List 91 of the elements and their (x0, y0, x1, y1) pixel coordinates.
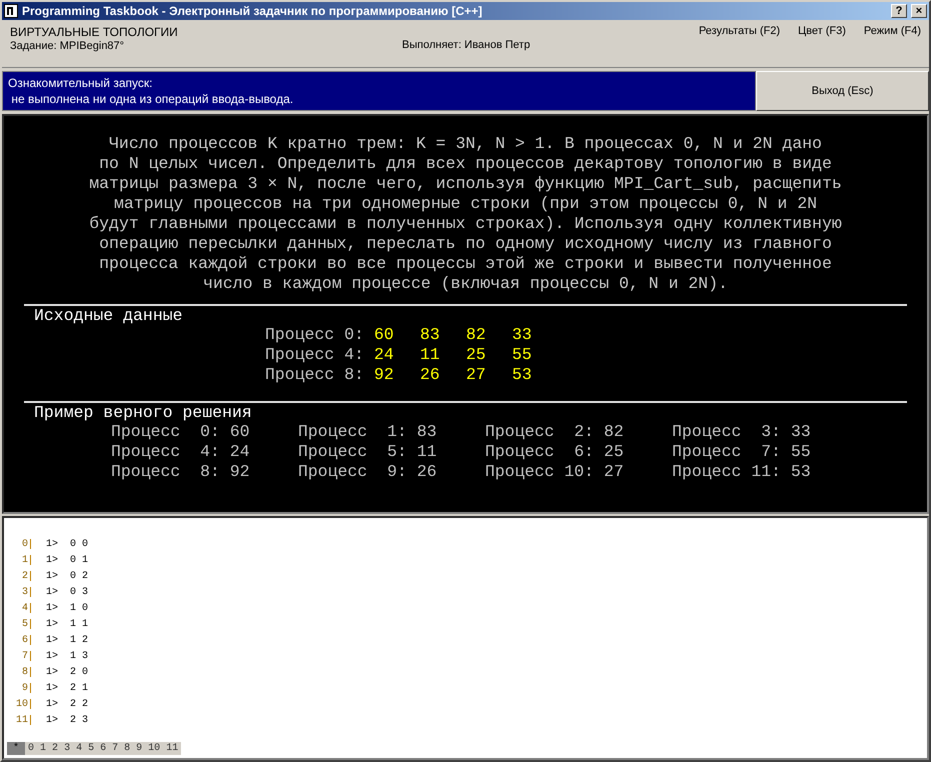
result-value: Процесс 1: 83 (298, 422, 438, 442)
result-value: Процесс 7: 55 (672, 442, 812, 462)
menu-item[interactable]: Результаты (F2) (698, 25, 780, 67)
process-tab[interactable]: * (7, 742, 26, 755)
result-value: Процесс 2: 82 (485, 422, 625, 442)
output-prefix: 1> (46, 682, 60, 694)
input-value: 24 (374, 345, 395, 365)
input-value: 83 (420, 325, 441, 345)
output-prefix: 1> (46, 634, 60, 646)
process-number: 9 (20, 682, 28, 694)
process-tab[interactable]: 5 (85, 742, 98, 755)
output-prefix: 1> (46, 618, 60, 630)
title-bar-button[interactable]: × (911, 4, 927, 18)
result-value: Процесс 6: 25 (485, 442, 625, 462)
exit-button[interactable]: Выход (Esc) (756, 71, 929, 111)
process-number: 6 (20, 634, 28, 646)
process-tab[interactable]: 2 (49, 742, 62, 755)
output-prefix: 1> (46, 650, 60, 662)
result-value: Процесс 11: 53 (672, 462, 812, 482)
output-text: 2 2 (70, 698, 88, 710)
output-text: 2 0 (70, 666, 88, 678)
output-text: 0 3 (70, 586, 88, 598)
process-tab[interactable]: 10 (145, 742, 164, 755)
output-text: 2 1 (70, 682, 88, 694)
output-prefix: 1> (46, 666, 60, 678)
result-value: Процесс 9: 26 (298, 462, 438, 482)
input-value: 82 (466, 325, 487, 345)
result-value: Процесс 10: 27 (485, 462, 625, 482)
process-tab[interactable]: 6 (97, 742, 110, 755)
output-text: 2 3 (70, 714, 88, 726)
input-value: 27 (466, 365, 487, 385)
process-number: 1 (20, 554, 28, 566)
output-prefix: 1> (46, 586, 60, 598)
result-value: Процесс 4: 24 (111, 442, 251, 462)
process-tab[interactable]: 9 (133, 742, 146, 755)
process-number: 4 (20, 602, 28, 614)
task-name: Задание: MPIBegin87° (10, 40, 126, 52)
section-title: Исходные данные (33, 306, 184, 325)
process-tab[interactable]: 3 (61, 742, 74, 755)
input-value: 55 (512, 345, 533, 365)
input-value: 25 (466, 345, 487, 365)
process-tab[interactable]: 4 (73, 742, 86, 755)
input-value: 92 (374, 365, 395, 385)
process-tab[interactable]: 7 (109, 742, 122, 755)
status-message: Ознакомительный запуск: не выполнена ни одна из операций ввода-вывода. (2, 71, 756, 111)
process-number: 5 (20, 618, 28, 630)
process-tab[interactable]: 1 (37, 742, 50, 755)
process-number: 2 (20, 570, 28, 582)
process-number: 11 (14, 714, 28, 726)
process-label: Процесс 4: (265, 345, 364, 365)
output-text: 1 1 (70, 618, 88, 630)
output-prefix: 1> (46, 554, 60, 566)
process-tab[interactable]: 8 (121, 742, 134, 755)
output-text: 0 1 (70, 554, 88, 566)
process-number: 3 (20, 586, 28, 598)
input-value: 53 (512, 365, 533, 385)
title-bar-button[interactable]: ? (891, 4, 907, 18)
menu-item[interactable]: Режим (F4) (864, 25, 921, 67)
result-value: Процесс 0: 60 (111, 422, 251, 442)
output-prefix: 1> (46, 538, 60, 550)
window-title: Programming Taskbook - Электронный задачник по программированию [C++] (22, 4, 484, 18)
output-prefix: 1> (46, 714, 60, 726)
process-number: 10 (14, 698, 28, 710)
input-value: 33 (512, 325, 533, 345)
input-value: 26 (420, 365, 441, 385)
app-icon (4, 4, 18, 18)
process-number: 0 (20, 538, 28, 550)
output-prefix: 1> (46, 698, 60, 710)
author-label: Выполняет: Иванов Петр (402, 39, 530, 51)
process-label: Процесс 0: (265, 325, 364, 345)
process-tab[interactable]: 11 (163, 742, 182, 755)
output-prefix: 1> (46, 602, 60, 614)
group-title: ВИРТУАЛЬНЫЕ ТОПОЛОГИИ (10, 25, 179, 39)
output-text: 1 2 (70, 634, 88, 646)
result-value: Процесс 8: 92 (111, 462, 251, 482)
input-value: 11 (420, 345, 441, 365)
process-number: 7 (20, 650, 28, 662)
output-text: 1 3 (70, 650, 88, 662)
section-title: Пример верного решения (33, 403, 253, 422)
process-number: 8 (20, 666, 28, 678)
input-value: 60 (374, 325, 395, 345)
output-text: 0 0 (70, 538, 88, 550)
output-text: 1 0 (70, 602, 88, 614)
result-value: Процесс 3: 33 (672, 422, 812, 442)
output-text: 0 2 (70, 570, 88, 582)
task-description: Число процессов K кратно трем: K = 3N, N > 1. В процессах 0, N и 2N дано по N целых чисел. Определить для всех процессов декартову топологию в виде матрицы размера 3 × N, после чего, используя функцию MPI_Cart_sub, расщепить матрицу процессов на три одномерные строки (при этом процессы 0, N и 2N будут главными процессами в полученных строках). Используя одну коллективную операцию пересылки данных, переслать по одному исходному числу из главного процесса каждой строки во все процессы этой же строки и вывести полученное число в каждом процессе (включая процессы 0, N и 2N). (88, 134, 843, 294)
process-tab[interactable]: 0 (25, 742, 38, 755)
result-value: Процесс 5: 11 (298, 442, 438, 462)
output-prefix: 1> (46, 570, 60, 582)
process-label: Процесс 8: (265, 365, 364, 385)
menu-item[interactable]: Цвет (F3) (798, 25, 846, 67)
